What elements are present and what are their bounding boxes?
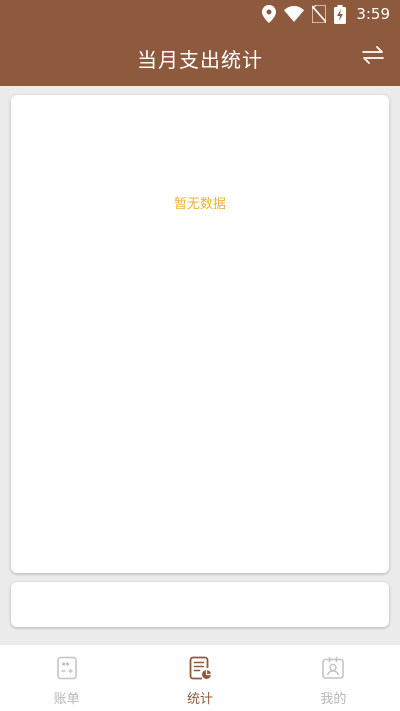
status-icons: 3:59	[262, 4, 390, 24]
empty-state-text: 暂无数据	[173, 197, 226, 212]
summary-card	[11, 582, 389, 627]
nav-label-bill: 账单	[53, 692, 80, 707]
nav-label-profile: 我的	[320, 692, 347, 707]
no-sim-icon	[312, 5, 327, 23]
swap-arrows-icon	[362, 46, 384, 64]
status-time: 3:59	[356, 5, 390, 23]
wifi-icon	[284, 6, 305, 22]
status-bar: 3:59	[0, 0, 400, 28]
nav-label-stats: 统计	[186, 692, 213, 707]
chart-card: 暂无数据	[11, 95, 389, 573]
nav-item-bill[interactable]: 账单	[0, 645, 133, 711]
stats-icon	[189, 656, 211, 680]
bottom-navigation: 账单 统计 我的	[0, 645, 400, 711]
switch-button[interactable]	[360, 42, 386, 68]
nav-item-stats[interactable]: 统计	[133, 645, 266, 711]
profile-icon	[322, 656, 345, 679]
page-title: 当月支出统计	[137, 48, 263, 72]
nav-item-profile[interactable]: 我的	[267, 645, 400, 711]
app-header: 3:59 当月支出统计	[0, 0, 400, 86]
battery-charging-icon	[334, 4, 347, 24]
bill-icon	[56, 656, 77, 680]
location-icon	[262, 5, 277, 23]
